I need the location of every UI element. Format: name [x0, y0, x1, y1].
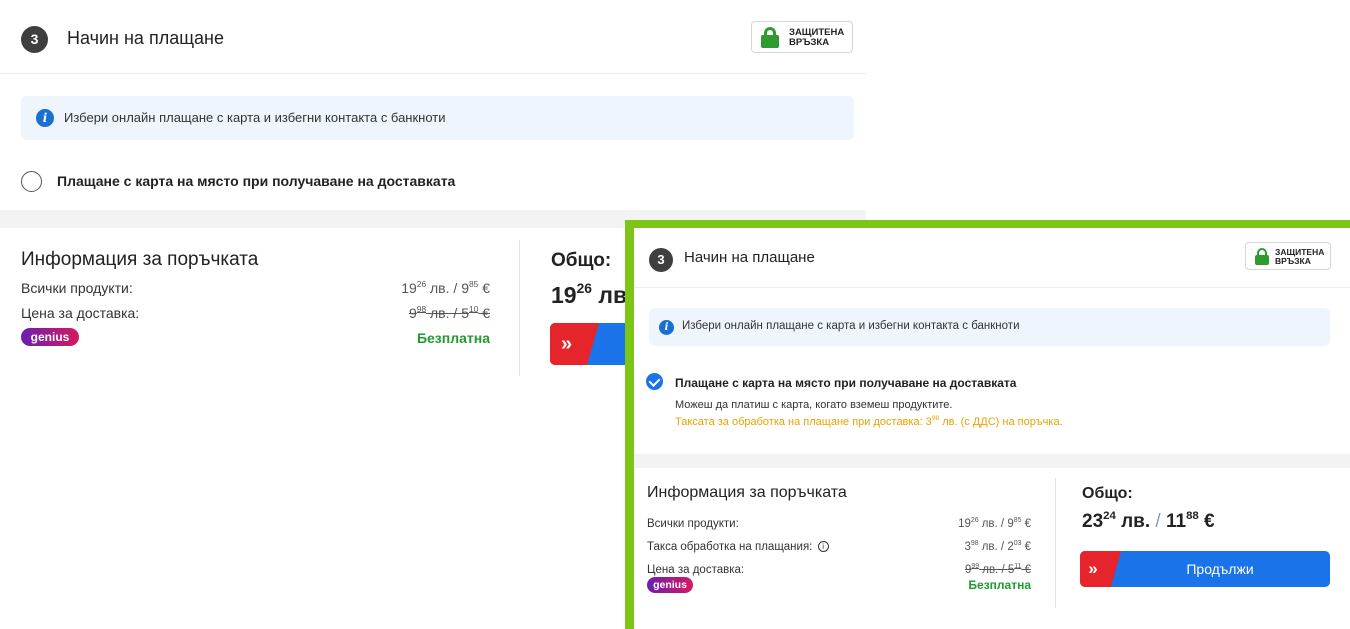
genius-logo: genius	[647, 577, 693, 593]
delivery-label: Цена за доставка:	[647, 564, 745, 576]
delivery-value-strikethrough: 999 лв. / 511 €	[964, 563, 1031, 576]
double-chevron-icon: »	[550, 323, 583, 365]
secure-badge-line2: ВРЪЗКА	[1275, 256, 1311, 266]
step-number-badge: 3	[21, 26, 48, 53]
section-divider	[634, 454, 1350, 468]
info-text: Избери онлайн плащане с карта и избегни …	[682, 320, 1020, 332]
step-title: Начин на плащане	[67, 28, 224, 48]
products-label: Всички продукти:	[647, 518, 739, 530]
payment-option-label[interactable]: Плащане с карта на място при получаване …	[675, 376, 1016, 390]
secure-connection-badge: ЗАЩИТЕНА ВРЪЗКА	[1245, 242, 1331, 270]
free-delivery-label: Безплатна	[968, 578, 1031, 592]
order-info-title: Информация за поръчката	[21, 249, 259, 270]
lock-icon	[761, 27, 779, 48]
payment-fee-note: Таксата за обработка на плащане при дост…	[675, 415, 1063, 428]
info-banner: i Избери онлайн плащане с карта и избегн…	[649, 308, 1330, 346]
payment-option-description: Можеш да платиш с карта, когато вземеш п…	[675, 399, 953, 411]
info-outline-icon[interactable]: i	[817, 541, 829, 553]
delivery-value-strikethrough: 998 лв. / 510 €	[409, 304, 490, 321]
secure-connection-badge: ЗАЩИТЕНА ВРЪЗКА	[751, 21, 853, 53]
continue-button[interactable]: » Продължи	[1080, 551, 1330, 587]
info-icon: i	[36, 109, 54, 127]
payment-step-panel-after: 3 Начин на плащане ЗАЩИТЕНА ВРЪЗКА i Изб…	[625, 220, 1350, 629]
total-value: 2324 лв. / 1188 €	[1082, 510, 1215, 532]
step-number-badge: 3	[649, 248, 673, 272]
free-delivery-label: Безплатна	[416, 330, 490, 346]
info-banner: i Избери онлайн плащане с карта и избегн…	[21, 96, 854, 140]
processing-fee-value: 398 лв. / 203 €	[964, 540, 1031, 553]
info-icon: i	[659, 320, 674, 335]
continue-button-label: Продължи	[1186, 561, 1254, 577]
total-label: Общо:	[1082, 485, 1133, 502]
order-info-title: Информация за поръчката	[647, 484, 847, 501]
genius-logo: genius	[21, 328, 79, 346]
products-label: Всички продукти:	[21, 280, 133, 296]
products-value: 1926 лв. / 985 €	[401, 279, 490, 296]
total-value: 1926 лв	[551, 281, 628, 308]
double-chevron-icon: »	[1080, 551, 1106, 587]
step-header: 3 Начин на плащане ЗАЩИТЕНА ВРЪЗКА	[634, 228, 1350, 288]
payment-option-label[interactable]: Плащане с карта на място при получаване …	[57, 173, 455, 189]
payment-option-radio[interactable]	[21, 171, 42, 192]
column-divider	[1055, 478, 1056, 608]
column-divider	[519, 240, 520, 376]
processing-fee-label: Такса обработка на плащания: i	[647, 541, 829, 553]
secure-badge-line2: ВРЪЗКА	[789, 37, 830, 48]
info-text: Избери онлайн плащане с карта и избегни …	[64, 110, 446, 125]
delivery-label: Цена за доставка:	[21, 305, 140, 321]
total-label: Общо:	[551, 250, 612, 271]
payment-option-checked-radio[interactable]	[646, 373, 663, 390]
lock-icon	[1255, 248, 1269, 265]
step-title: Начин на плащане	[684, 249, 815, 266]
step-header: 3 Начин на плащане ЗАЩИТЕНА ВРЪЗКА	[0, 0, 866, 74]
products-value: 1926 лв. / 985 €	[958, 517, 1031, 530]
